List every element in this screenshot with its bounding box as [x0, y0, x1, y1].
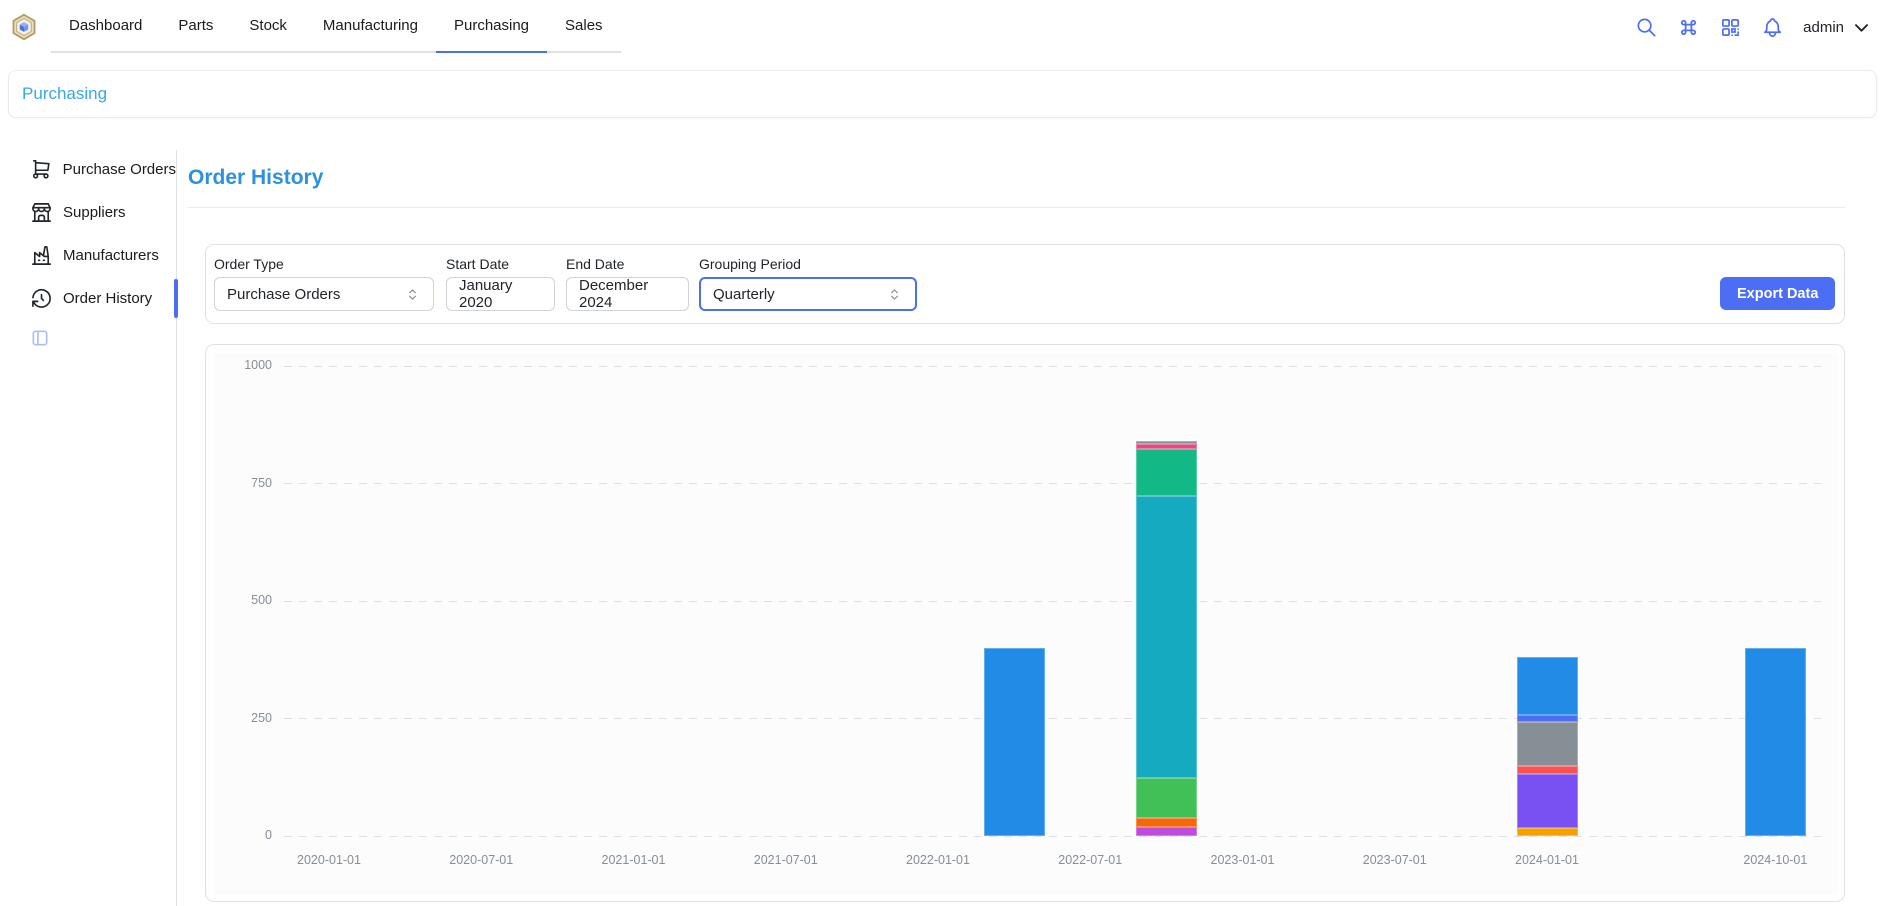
bar-segment: [1517, 774, 1578, 828]
sidebar: Purchase Orders Suppliers Manufacturers Ord…: [8, 148, 176, 320]
grouping-period-select[interactable]: Quarterly: [699, 277, 917, 311]
order-history-chart: 0 250 500 750 1000 2020-01-01 2020-07-01 2021-0…: [214, 353, 1838, 895]
tab-dashboard[interactable]: Dashboard: [51, 0, 160, 53]
bar-segment: [1517, 828, 1578, 836]
bar-segment: [1517, 657, 1578, 714]
navbar-actions: admin: [1635, 0, 1871, 55]
gridline-y-1000: [284, 366, 1821, 367]
grouping-period-label: Grouping Period: [699, 256, 801, 272]
title-divider: [188, 207, 1845, 208]
sidebar-item-manufacturers[interactable]: Manufacturers: [8, 234, 176, 277]
y-axis-tick-label: 750: [214, 476, 272, 490]
history-icon: [30, 287, 53, 310]
y-axis-tick-label: 250: [214, 711, 272, 725]
chevron-up-down-icon: [404, 286, 421, 303]
x-axis-tick-label: 2023-01-01: [1198, 853, 1288, 867]
x-axis-tick-label: 2024-10-01: [1730, 853, 1820, 867]
breadcrumb-link-purchasing[interactable]: Purchasing: [22, 84, 107, 104]
x-axis-tick-label: 2022-07-01: [1045, 853, 1135, 867]
tab-stock[interactable]: Stock: [231, 0, 305, 53]
storefront-icon: [30, 201, 53, 224]
x-axis-tick-label: 2020-01-01: [284, 853, 374, 867]
main-tabs: DashboardPartsStockManufacturingPurchasi…: [51, 0, 621, 53]
y-axis-tick-label: 0: [214, 828, 272, 842]
user-menu[interactable]: admin: [1803, 18, 1871, 37]
sidebar-item-label: Suppliers: [63, 204, 126, 221]
bar-segment: [984, 648, 1045, 836]
y-axis-tick-label: 500: [214, 593, 272, 607]
layout-sidebar-icon[interactable]: [30, 328, 50, 348]
x-axis-tick-label: 2023-07-01: [1350, 853, 1440, 867]
bar-segment: [1745, 648, 1806, 836]
x-axis-tick-label: 2021-07-01: [741, 853, 831, 867]
tab-manufacturing[interactable]: Manufacturing: [305, 0, 436, 53]
bar-segment: [1136, 444, 1197, 450]
factory-icon: [30, 244, 53, 267]
end-date-input[interactable]: December 2024: [566, 277, 689, 311]
qrcode-scan-icon[interactable]: [1719, 16, 1742, 39]
x-axis-tick-label: 2020-07-01: [436, 853, 526, 867]
bar-segment: [1136, 818, 1197, 826]
bar-segment: [1517, 722, 1578, 767]
bell-icon[interactable]: [1761, 16, 1784, 39]
filter-panel: Order Type Start Date End Date Grouping …: [205, 244, 1845, 324]
chevron-up-down-icon: [886, 286, 903, 303]
bar-segment: [1136, 496, 1197, 778]
x-axis-tick-label: 2021-01-01: [589, 853, 679, 867]
order-type-select[interactable]: Purchase Orders: [214, 277, 434, 311]
start-date-label: Start Date: [446, 256, 509, 272]
chevron-down-icon: [1852, 18, 1871, 37]
end-date-label: End Date: [566, 256, 624, 272]
gridline-y-250: [284, 718, 1821, 719]
bar-segment: [1517, 715, 1578, 722]
sidebar-item-purchase-orders[interactable]: Purchase Orders: [8, 148, 176, 191]
start-date-input[interactable]: January 2020: [446, 277, 555, 311]
sidebar-item-suppliers[interactable]: Suppliers: [8, 191, 176, 234]
command-icon[interactable]: [1677, 16, 1700, 39]
gridline-y-500: [284, 601, 1821, 602]
x-axis-tick-label: 2022-01-01: [893, 853, 983, 867]
bar-segment: [1136, 778, 1197, 818]
inventree-logo[interactable]: [10, 13, 38, 41]
export-data-button[interactable]: Export Data: [1720, 277, 1835, 310]
bar-segment: [1136, 441, 1197, 444]
tab-purchasing[interactable]: Purchasing: [436, 0, 547, 53]
breadcrumb: Purchasing: [8, 70, 1877, 118]
x-axis-tick-label: 2024-01-01: [1502, 853, 1592, 867]
gridline-y-750: [284, 483, 1821, 484]
order-history-chart-card: 0 250 500 750 1000 2020-01-01 2020-07-01 2021-0…: [205, 344, 1845, 902]
shopping-cart-icon: [30, 158, 53, 181]
tab-parts[interactable]: Parts: [160, 0, 231, 53]
sidebar-divider: [176, 150, 177, 906]
gridline-y-0: [284, 836, 1821, 837]
sidebar-item-label: Manufacturers: [63, 247, 159, 264]
tab-sales[interactable]: Sales: [547, 0, 621, 53]
bar-segment: [1136, 827, 1197, 836]
page-title: Order History: [188, 166, 323, 190]
username: admin: [1803, 19, 1844, 36]
search-icon[interactable]: [1635, 16, 1658, 39]
bar-segment: [1517, 766, 1578, 774]
sidebar-item-label: Purchase Orders: [63, 161, 176, 178]
sidebar-active-indicator: [174, 279, 178, 318]
navbar: DashboardPartsStockManufacturingPurchasi…: [0, 0, 1885, 55]
sidebar-item-order-history[interactable]: Order History: [8, 277, 176, 320]
sidebar-item-label: Order History: [63, 290, 152, 307]
y-axis-tick-label: 1000: [214, 358, 272, 372]
bar-segment: [1136, 449, 1197, 496]
order-type-label: Order Type: [214, 256, 284, 272]
